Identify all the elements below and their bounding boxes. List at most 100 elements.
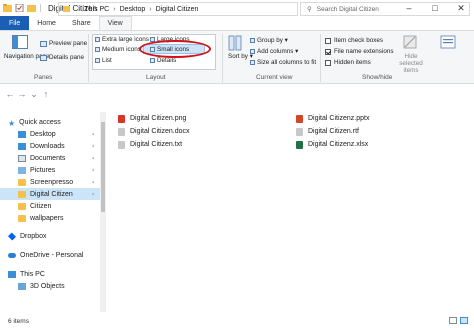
document-file-icon [118, 127, 125, 136]
nav-item-desktop[interactable]: Desktop ⋆ [0, 128, 100, 140]
file-item-xlsx[interactable]: Digital Citizenz.xlsx [296, 139, 368, 150]
nav-item-quick-access[interactable]: ★ Quick access [0, 116, 100, 128]
add-columns-label: Add columns [257, 48, 294, 55]
nav-item-label: Documents [30, 154, 66, 162]
nav-item-screenpresso[interactable]: Screenpresso ⋆ [0, 176, 100, 188]
nav-item-label: Dropbox [20, 232, 47, 240]
large-icons-view-icon[interactable] [460, 317, 468, 324]
file-item-pptx[interactable]: Digital Citizenz.pptx [296, 113, 369, 124]
onedrive-icon [8, 252, 16, 258]
file-item-txt[interactable]: Digital Citizen.txt [118, 139, 182, 150]
breadcrumb-this-pc[interactable]: This PC [84, 6, 109, 13]
size-all-columns-label: Size all columns to fit [257, 59, 317, 66]
folder-icon [18, 178, 26, 186]
nav-item-onedrive[interactable]: OneDrive - Personal [0, 249, 100, 261]
hide-selected-label: Hide selected items [399, 53, 423, 74]
preview-pane-button[interactable]: Preview pane [40, 40, 87, 47]
file-name-extensions-checkbox[interactable] [325, 48, 331, 55]
nav-item-digital-citizen[interactable]: Digital Citizen ⋆ [0, 188, 100, 200]
forward-arrow-icon[interactable]: → [16, 89, 28, 99]
add-columns-icon [250, 49, 255, 54]
file-name: Digital Citizen.rtf [308, 128, 359, 135]
extra-large-icons-icon [95, 37, 100, 42]
tab-home[interactable]: Home [29, 16, 64, 30]
item-check-boxes-toggle[interactable]: Item check boxes [325, 37, 383, 44]
rtf-file-icon [296, 127, 303, 136]
folder-icon [18, 190, 26, 198]
new-folder-icon[interactable] [27, 4, 36, 12]
file-item-png[interactable]: Digital Citizen.png [118, 113, 186, 124]
list-label: List [102, 57, 112, 64]
details-option[interactable]: Details [150, 57, 176, 64]
nav-item-dropbox[interactable]: Dropbox [0, 230, 100, 242]
excel-file-icon [296, 140, 303, 149]
size-all-columns-button[interactable]: Size all columns to fit [250, 59, 316, 66]
chevron-right-icon: › [113, 5, 116, 13]
folder-icon [3, 4, 12, 12]
dropbox-icon [8, 232, 16, 240]
folder-icon [18, 214, 26, 222]
pin-icon: ⋆ [91, 155, 95, 162]
nav-item-citizen[interactable]: Citizen [0, 200, 100, 212]
back-arrow-icon[interactable]: ← [4, 89, 16, 99]
nav-item-label: This PC [20, 270, 45, 278]
preview-pane-icon [40, 40, 47, 47]
3d-objects-icon [18, 282, 26, 290]
file-name-extensions-toggle[interactable]: File name extensions [325, 48, 394, 55]
details-pane-label: Details pane [49, 54, 85, 61]
separator [222, 34, 223, 82]
file-item-docx[interactable]: Digital Citizen.docx [118, 126, 190, 137]
nav-item-label: wallpapers [30, 214, 64, 222]
file-name: Digital Citizen.docx [130, 128, 190, 135]
navigation-pane: ★ Quick access Desktop ⋆ Downloads ⋆ Docume… [0, 112, 100, 312]
details-view-icon[interactable] [449, 317, 457, 324]
breadcrumb-desktop[interactable]: Desktop [120, 6, 146, 13]
search-placeholder: Search Digital Citizen [316, 5, 379, 13]
sort-by-icon [228, 35, 242, 51]
tab-share[interactable]: Share [64, 16, 99, 30]
tab-view[interactable]: View [98, 16, 132, 30]
nav-item-label: Downloads [30, 142, 65, 150]
list-option[interactable]: List [95, 57, 112, 64]
properties-icon[interactable] [15, 4, 24, 12]
recent-locations-icon[interactable]: ⌄ [28, 89, 40, 100]
nav-item-documents[interactable]: Documents ⋆ [0, 152, 100, 164]
nav-item-pictures[interactable]: Pictures ⋆ [0, 164, 100, 176]
chevron-right-icon: › [78, 5, 81, 13]
add-columns-button[interactable]: Add columns ▾ [250, 48, 298, 55]
tab-file[interactable]: File [0, 16, 30, 30]
group-by-button[interactable]: Group by ▾ [250, 37, 288, 44]
item-check-boxes-checkbox[interactable] [325, 37, 331, 44]
hidden-items-checkbox[interactable] [325, 59, 331, 66]
details-pane-button[interactable]: Details pane [40, 54, 84, 61]
options-icon[interactable] [440, 35, 456, 49]
navigation-pane-button[interactable]: Navigation pane [4, 53, 50, 61]
up-arrow-icon[interactable]: ↑ [40, 89, 52, 99]
nav-scrollbar[interactable] [100, 112, 106, 312]
hide-selected-icon [403, 35, 417, 49]
folder-icon [18, 202, 26, 210]
medium-icons-option[interactable]: Medium icons [95, 46, 141, 53]
separator [88, 34, 89, 82]
nav-item-label: OneDrive - Personal [20, 251, 84, 259]
nav-item-wallpapers[interactable]: wallpapers [0, 212, 100, 224]
scrollbar-thumb[interactable] [101, 122, 105, 212]
ribbon: Navigation pane Preview pane Details pan… [0, 30, 474, 84]
extra-large-icons-option[interactable]: Extra large icons [95, 36, 149, 43]
sort-by-button[interactable]: Sort by ▾ [228, 53, 253, 61]
address-bar[interactable]: › This PC › Desktop › Digital Citizen [58, 2, 298, 16]
list-icon [95, 58, 100, 63]
annotation-circle [139, 40, 211, 58]
hidden-items-toggle[interactable]: Hidden items [325, 59, 371, 66]
separator [320, 34, 321, 82]
breadcrumb-digital-citizen[interactable]: Digital Citizen [156, 6, 199, 13]
nav-item-3d-objects[interactable]: 3D Objects [0, 280, 100, 292]
search-box[interactable]: ⚲ Search Digital Citizen [300, 2, 470, 16]
hide-selected-button[interactable]: Hide selected items [392, 53, 430, 74]
folder-icon [63, 6, 70, 12]
pin-icon: ⋆ [91, 131, 95, 138]
nav-item-downloads[interactable]: Downloads ⋆ [0, 140, 100, 152]
file-item-rtf[interactable]: Digital Citizen.rtf [296, 126, 359, 137]
preview-pane-label: Preview pane [49, 40, 88, 47]
nav-item-this-pc[interactable]: This PC [0, 268, 100, 280]
